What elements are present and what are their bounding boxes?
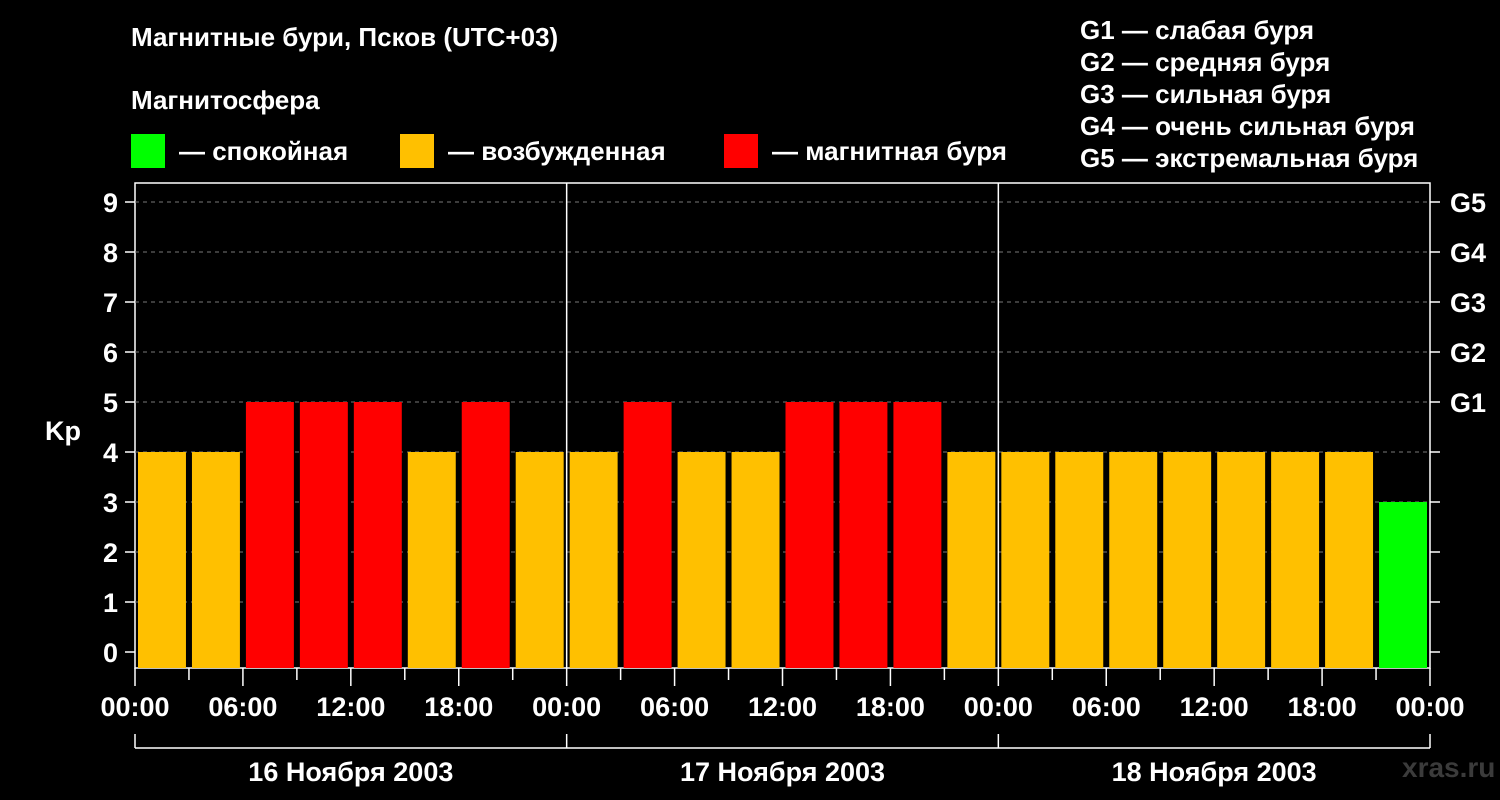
- x-tick-label: 00:00: [964, 692, 1033, 722]
- kp-bar: [353, 402, 402, 668]
- kp-bar: [623, 402, 672, 668]
- site-credit: xras.ru: [1402, 752, 1496, 783]
- x-tick-label: 00:00: [1395, 692, 1464, 722]
- x-tick-label: 18:00: [1288, 692, 1357, 722]
- kp-bar: [1109, 452, 1158, 668]
- kp-bar: [1217, 452, 1266, 668]
- kp-bar: [1001, 452, 1050, 668]
- g-level-label: G2: [1450, 338, 1486, 368]
- kp-bar: [947, 452, 996, 668]
- kp-bar: [677, 452, 726, 668]
- day-label: 16 Ноября 2003: [248, 757, 453, 787]
- x-tick-label: 00:00: [100, 692, 169, 722]
- g-level-label: G3: [1450, 288, 1486, 318]
- x-tick-label: 18:00: [856, 692, 925, 722]
- kp-bar: [893, 402, 942, 668]
- kp-bar: [1271, 452, 1320, 668]
- kp-bar: [569, 452, 618, 668]
- x-tick-label: 12:00: [1180, 692, 1249, 722]
- kp-bar: [515, 452, 564, 668]
- kp-bar-chart: 0 1 2 3 4 5 6 7 8 9 G1 G2 G3 G4 G5 Kp 00:00 06:00 12:00 18:…: [45, 182, 1486, 787]
- y-tick-label: 4: [103, 438, 118, 468]
- x-tick-label: 12:00: [316, 692, 385, 722]
- kp-bar: [299, 402, 348, 668]
- day-label: 18 Ноября 2003: [1112, 757, 1317, 787]
- kp-bar: [839, 402, 888, 668]
- x-tick-label: 12:00: [748, 692, 817, 722]
- g-level-label: G4: [1450, 238, 1486, 268]
- kp-bar: [407, 452, 456, 668]
- y-tick-label: 2: [103, 538, 118, 568]
- kp-bar: [1163, 452, 1212, 668]
- x-tick-label: 06:00: [208, 692, 277, 722]
- y-tick-label: 7: [103, 288, 118, 318]
- y-tick-label: 8: [103, 238, 118, 268]
- y-tick-label: 9: [103, 188, 118, 218]
- y-tick-label: 1: [103, 588, 118, 618]
- y-tick-label: 3: [103, 488, 118, 518]
- kp-bar: [1379, 502, 1427, 668]
- x-tick-label: 06:00: [640, 692, 709, 722]
- y-tick-label: 5: [103, 388, 118, 418]
- kp-bar: [1055, 452, 1104, 668]
- kp-bar: [731, 452, 780, 668]
- day-label: 17 Ноября 2003: [680, 757, 885, 787]
- kp-bar: [785, 402, 834, 668]
- y-tick-label: 0: [103, 638, 118, 668]
- g-level-label: G5: [1450, 188, 1486, 218]
- kp-bar: [1325, 452, 1374, 668]
- kp-bar: [138, 452, 186, 668]
- x-tick-label: 18:00: [424, 692, 493, 722]
- kp-bar: [191, 452, 240, 668]
- g-level-label: G1: [1450, 388, 1486, 418]
- y-tick-label: 6: [103, 338, 118, 368]
- x-tick-label: 00:00: [532, 692, 601, 722]
- kp-bar: [461, 402, 510, 668]
- kp-bar: [245, 402, 294, 668]
- y-axis-label: Kp: [45, 416, 81, 446]
- x-tick-label: 06:00: [1072, 692, 1141, 722]
